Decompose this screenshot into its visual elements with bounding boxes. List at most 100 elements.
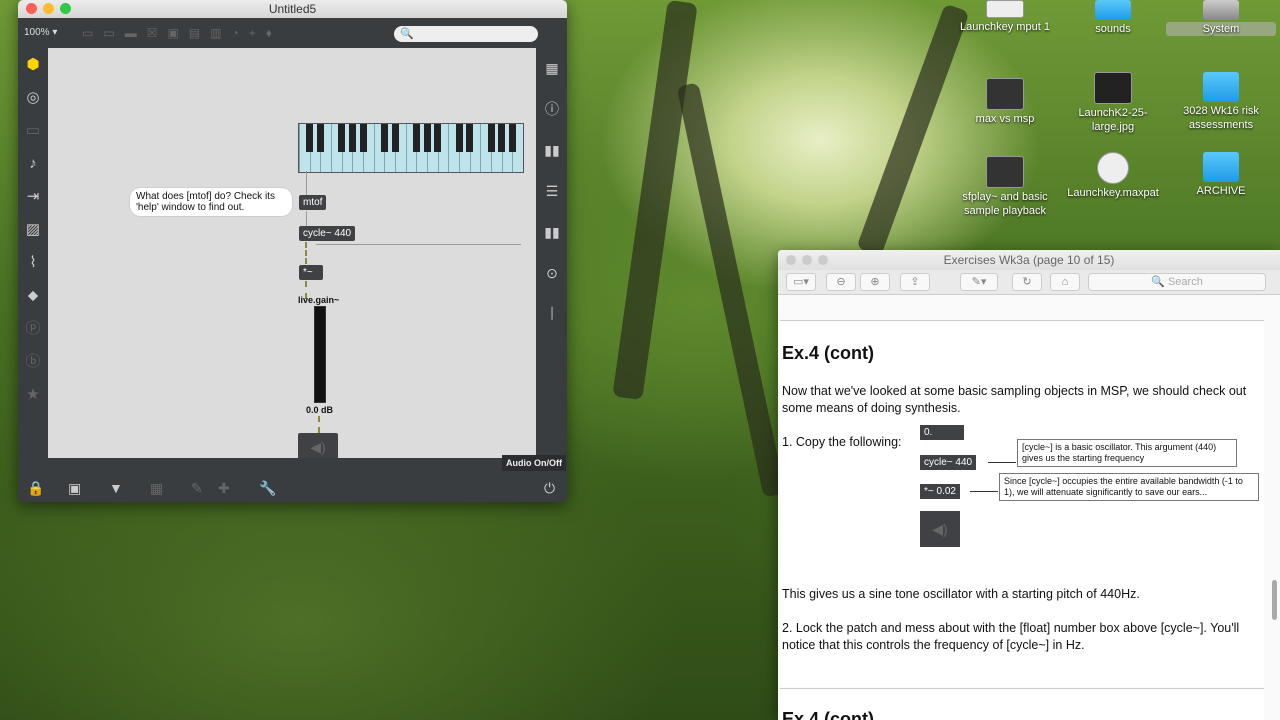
desktop-icon-risk-assessments[interactable]: 3028 Wk16 risk assessments	[1166, 72, 1276, 132]
new-object-icon[interactable]: ▭	[82, 26, 93, 40]
black-key[interactable]	[306, 124, 314, 152]
minimize-icon[interactable]	[43, 3, 54, 14]
message-icon[interactable]: ▭	[103, 26, 114, 40]
zoom-menu[interactable]: 100% ▾	[24, 27, 57, 38]
white-key-divider	[373, 124, 375, 172]
live-gain-meter[interactable]	[314, 306, 326, 403]
black-key[interactable]	[412, 124, 420, 152]
target-icon[interactable]: ◎	[18, 81, 48, 114]
comment-icon[interactable]: ▬	[125, 26, 137, 40]
patch-cord[interactable]	[316, 244, 521, 245]
signal-cord[interactable]	[318, 416, 320, 433]
arrow-icon	[970, 491, 998, 492]
step-two-paragraph: 2. Lock the patch and mess about with th…	[782, 621, 1240, 652]
speaker-icon: ◀)	[920, 511, 960, 547]
desktop-icon-launchk2-image[interactable]: LaunchK2-25-large.jpg	[1058, 72, 1168, 134]
reference-icon[interactable]: ▮▮	[537, 212, 567, 253]
add-icon[interactable]: +	[249, 26, 256, 40]
window-controls	[786, 255, 828, 265]
snap-icon[interactable]: ✎	[191, 480, 203, 497]
plugin-icon[interactable]: ⬥	[18, 279, 48, 312]
cycle-object[interactable]: cycle~ 440	[299, 226, 356, 241]
black-key[interactable]	[455, 124, 463, 152]
next-page-heading: Ex.4 (cont)	[782, 709, 875, 720]
black-key[interactable]	[423, 124, 431, 152]
wrench-icon[interactable]: 🔧	[259, 480, 276, 497]
preview-search-input[interactable]: 🔍 Search	[1088, 273, 1266, 291]
dial-icon[interactable]: ◔	[231, 26, 238, 40]
black-key[interactable]	[498, 124, 506, 152]
sidebar-toggle-icon[interactable]: ▭▾	[786, 273, 816, 291]
share-icon[interactable]: ⇪	[900, 273, 930, 291]
float-number-box: 0.	[920, 425, 964, 440]
paint-icon[interactable]: ♦	[266, 26, 272, 40]
power-icon[interactable]: ⏻	[544, 480, 555, 497]
black-key[interactable]	[434, 124, 442, 152]
volume-slider-icon[interactable]: ┃	[537, 294, 567, 335]
button-icon[interactable]: ☒	[147, 26, 158, 40]
desktop-icon-launchkey-maxpat[interactable]: Launchkey.maxpat	[1058, 152, 1168, 200]
kslider-keyboard[interactable]	[298, 123, 524, 173]
ezdac-speaker-icon[interactable]: ◀)	[298, 433, 338, 458]
black-key[interactable]	[487, 124, 495, 152]
patcher-canvas[interactable]: What does [mtof] do? Check its 'help' wi…	[48, 48, 536, 458]
black-key[interactable]	[508, 124, 516, 152]
desktop-icon-archive[interactable]: ARCHIVE	[1166, 152, 1276, 198]
paperclip-icon[interactable]: ⌇	[18, 246, 48, 279]
search-input[interactable]: 🔍	[394, 26, 538, 42]
scrollbar-thumb[interactable]	[1272, 580, 1277, 620]
windows-icon[interactable]: ▣	[68, 480, 81, 497]
black-key[interactable]	[380, 124, 388, 152]
presentation-icon[interactable]: ▼	[109, 480, 123, 496]
rotate-icon[interactable]: ↻	[1012, 273, 1042, 291]
window-titlebar: Untitled5	[18, 0, 567, 18]
info-icon[interactable]: ⓘ	[537, 89, 567, 130]
desktop-icon-system[interactable]: System	[1166, 0, 1276, 36]
lock-icon[interactable]: 🔒	[27, 480, 44, 497]
minimize-icon[interactable]	[802, 255, 812, 265]
camera-icon[interactable]: ⊙	[537, 253, 567, 294]
black-key[interactable]	[466, 124, 474, 152]
desktop-icon-sounds[interactable]: sounds	[1058, 0, 1168, 36]
grid-toggle-icon[interactable]: ▦	[150, 480, 163, 497]
maximize-icon[interactable]	[60, 3, 71, 14]
media-icon[interactable]: ⇥	[18, 180, 48, 213]
close-icon[interactable]	[786, 255, 796, 265]
black-key[interactable]	[348, 124, 356, 152]
desktop-icon-launchkey-input[interactable]: Launchkey mput 1	[950, 0, 1060, 34]
book-icon[interactable]: ▮▮	[537, 130, 567, 171]
bottom-toolbar: 🔒 ▣ ▼ ▦ ✎ ✚ 🔧 ⏻	[18, 474, 567, 502]
list-icon[interactable]: ☰	[537, 171, 567, 212]
slider-icon[interactable]: ▥	[210, 26, 221, 40]
patch-cord[interactable]	[306, 211, 307, 227]
max-patcher-window: Untitled5 100% ▾ ▭ ▭ ▬ ☒ ▣ ▤ ▥ ◔ + ♦ 🔍 ⬢…	[18, 0, 567, 502]
markup-icon[interactable]: ✎▾	[960, 273, 998, 291]
times-signal-object[interactable]: *~	[299, 265, 323, 280]
black-key[interactable]	[359, 124, 367, 152]
image-icon[interactable]: ▨	[18, 213, 48, 246]
black-key[interactable]	[316, 124, 324, 152]
maximize-icon[interactable]	[818, 255, 828, 265]
zoom-out-icon[interactable]: ⊖	[826, 273, 856, 291]
b-icon[interactable]: ⓑ	[18, 345, 48, 378]
white-key-divider	[448, 124, 450, 172]
patch-cord[interactable]	[306, 171, 307, 196]
signal-cord[interactable]	[305, 242, 307, 264]
black-key[interactable]	[338, 124, 346, 152]
debug-icon[interactable]: ✚	[218, 480, 230, 497]
number-icon[interactable]: ▤	[189, 26, 200, 40]
black-key[interactable]	[391, 124, 399, 152]
mtof-object[interactable]: mtof	[299, 195, 327, 210]
zoom-in-icon[interactable]: ⊕	[860, 273, 890, 291]
close-icon[interactable]	[26, 3, 37, 14]
panel-icon[interactable]: ▭	[18, 114, 48, 147]
grid-icon[interactable]: ▦	[537, 48, 567, 89]
toolbox-icon[interactable]: ⌂	[1050, 273, 1080, 291]
desktop-icon-max-vs-msp[interactable]: max vs msp	[950, 78, 1060, 126]
desktop-icon-sfplay[interactable]: sfplay~ and basic sample playback	[950, 156, 1060, 218]
package-cube-icon[interactable]: ⬢	[18, 48, 48, 81]
toggle-icon[interactable]: ▣	[167, 26, 178, 40]
music-note-icon[interactable]: ♪	[18, 147, 48, 180]
p-icon[interactable]: ⓟ	[18, 312, 48, 345]
star-icon[interactable]: ★	[18, 378, 48, 411]
